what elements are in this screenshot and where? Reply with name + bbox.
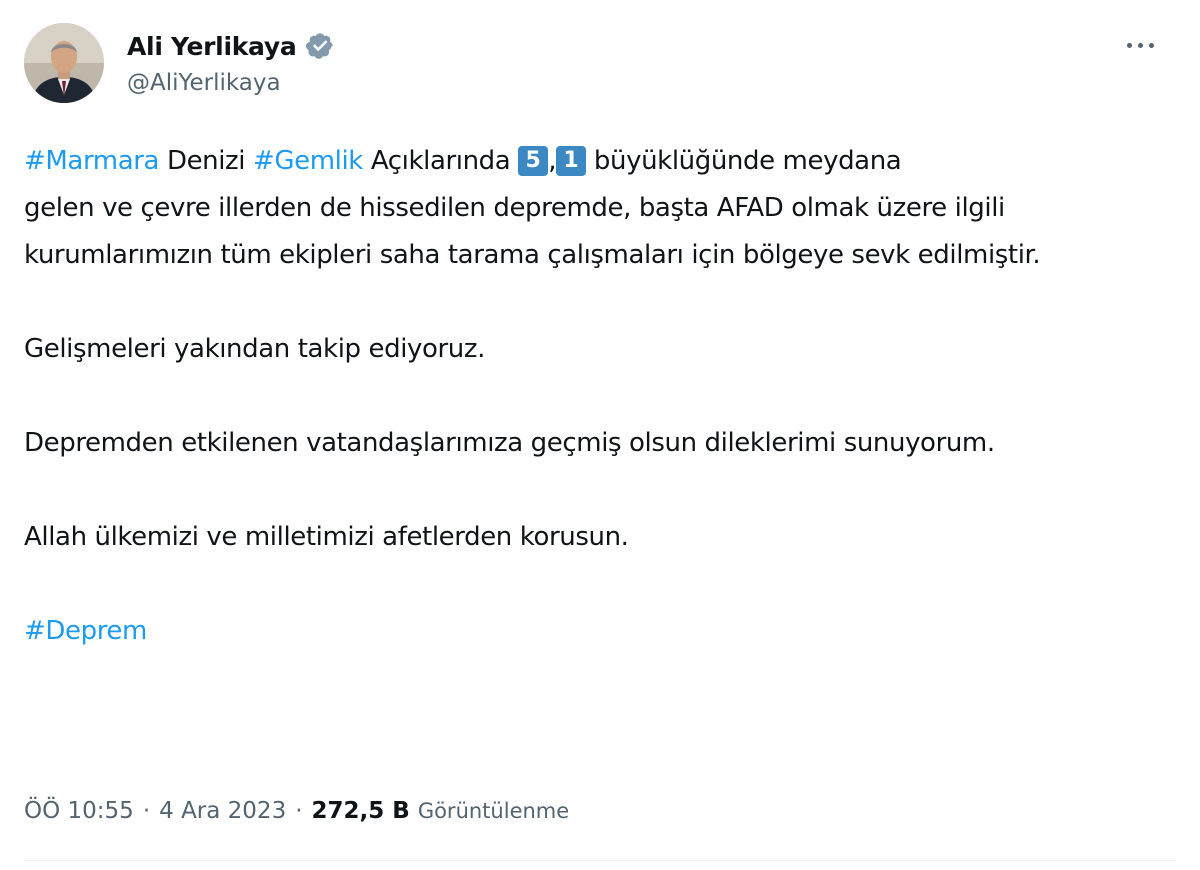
tweet-date[interactable]: 4 Ara 2023 — [159, 798, 286, 824]
views-count: 272,5 B — [311, 798, 410, 824]
tweet-meta: ÖÖ 10:55 · 4 Ara 2023 · 272,5 B Görüntül… — [24, 793, 569, 829]
author-name-row: Ali Yerlikaya — [127, 29, 335, 63]
author-name[interactable]: Ali Yerlikaya — [127, 32, 297, 61]
tweet-paragraph-1: #Marmara Denizi #Gemlik Açıklarında 5,1 … — [24, 138, 1174, 279]
tweet-paragraph-3: Depremden etkilenen vatandaşlarımıza geç… — [24, 428, 995, 458]
hashtag-deprem[interactable]: #Deprem — [24, 616, 147, 646]
tweet-time[interactable]: ÖÖ 10:55 — [24, 798, 134, 824]
tweet-text: #Marmara Denizi #Gemlik Açıklarında 5,1 … — [24, 138, 1174, 655]
avatar[interactable] — [24, 23, 104, 103]
tweet-paragraph-5: #Deprem — [24, 608, 1174, 655]
divider — [24, 860, 1176, 861]
tweet: Ali Yerlikaya @AliYerlikaya #Marmara Den… — [0, 0, 1200, 870]
hashtag-gemlik[interactable]: #Gemlik — [253, 146, 363, 176]
tweet-text-segment: gelen ve çevre illerden de hissedilen de… — [24, 193, 1041, 270]
author-handle[interactable]: @AliYerlikaya — [127, 70, 281, 96]
tweet-text-segment: Denizi — [159, 146, 253, 176]
meta-separator: · — [142, 798, 151, 824]
tweet-text-segment: Açıklarında — [362, 146, 519, 176]
hashtag-marmara[interactable]: #Marmara — [24, 146, 159, 176]
verified-badge-icon[interactable] — [305, 31, 335, 61]
more-options-icon[interactable] — [1118, 30, 1162, 60]
views-label: Görüntülenme — [417, 799, 570, 823]
tweet-text-segment: büyüklüğünde meydana — [586, 146, 902, 176]
keycap-digit-five: 5 — [518, 146, 549, 176]
avatar-image — [24, 23, 104, 103]
tweet-paragraph-2: Gelişmeleri yakından takip ediyoruz. — [24, 334, 485, 364]
meta-separator: · — [295, 798, 303, 824]
keycap-digit-one: 1 — [556, 146, 587, 176]
tweet-paragraph-4: Allah ülkemizi ve milletimizi afetlerden… — [24, 522, 629, 552]
decimal-comma: , — [548, 146, 557, 176]
